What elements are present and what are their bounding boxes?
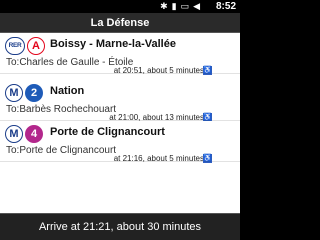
signal-icon: ▮ [171, 1, 177, 11]
wheelchair-icon: ♿ [203, 66, 212, 75]
metro-mode-icon: M [5, 125, 23, 143]
route-departure-time: at 20:51, about 5 minutes [113, 66, 204, 75]
route-item[interactable]: M 2 Nation To:Barbès Rochechouart at 21:… [0, 80, 240, 122]
line-badge: 2 [25, 84, 43, 102]
route-badges: M 4 [5, 125, 43, 143]
metro-mode-icon: M [5, 84, 23, 102]
route-name: Boissy - Marne-la-Vallée [50, 38, 176, 50]
page-title: La Défense [0, 13, 240, 33]
route-name: Nation [50, 85, 85, 97]
line-badge: A [27, 37, 45, 55]
arrival-summary: Arrive at 21:21, about 30 minutes [0, 213, 240, 240]
rer-mode-icon: RER [5, 37, 25, 55]
route-item[interactable]: M 4 Porte de Clignancourt To:Porte de Cl… [0, 121, 240, 163]
route-departure-time: at 21:16, about 5 minutes [113, 154, 204, 163]
route-list: RER A Boissy - Marne-la-Vallée To:Charle… [0, 33, 240, 213]
wheelchair-icon: ♿ [203, 154, 212, 163]
route-item[interactable]: RER A Boissy - Marne-la-Vallée To:Charle… [0, 33, 240, 75]
speaker-icon: ◀ [193, 1, 200, 11]
status-bar: ✱ ▮ ▭ ◀ 8:52 [0, 0, 240, 13]
route-badges: RER A [5, 37, 45, 55]
route-name: Porte de Clignancourt [50, 126, 165, 138]
route-badges: M 2 [5, 84, 43, 102]
status-icons: ✱ ▮ ▭ ◀ [160, 0, 200, 13]
bluetooth-icon: ✱ [160, 1, 168, 11]
line-badge: 4 [25, 125, 43, 143]
route-destination: To:Barbès Rochechouart [6, 104, 117, 115]
route-destination: To:Porte de Clignancourt [6, 145, 117, 156]
battery-icon: ▭ [180, 1, 190, 11]
status-time: 8:52 [215, 1, 236, 12]
